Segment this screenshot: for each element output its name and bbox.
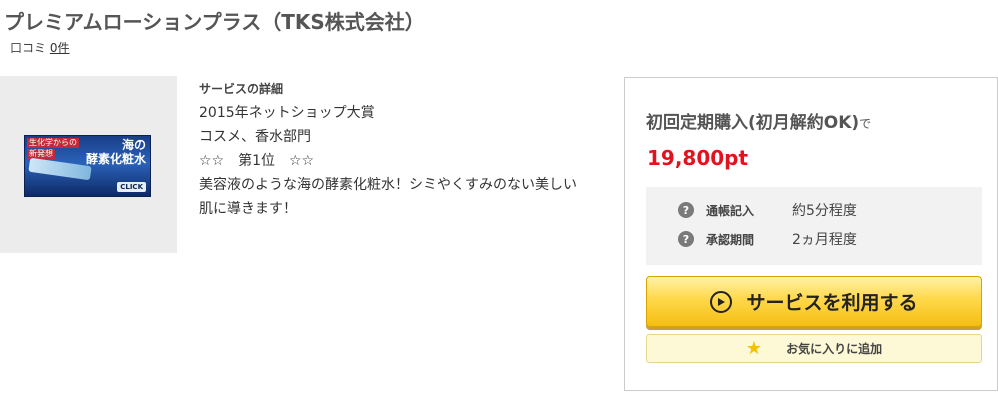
use-service-button[interactable]: サービスを利用する bbox=[646, 276, 982, 327]
banner-headline: 海の 酵素化粧水 bbox=[86, 138, 146, 166]
question-icon[interactable]: ? bbox=[678, 231, 694, 247]
details-line: 美容液のような海の酵素化粧水！シミやくすみのない美しい bbox=[199, 177, 577, 193]
info-label: 通帳記入 bbox=[706, 203, 755, 218]
info-label: 承認期間 bbox=[706, 232, 755, 247]
promo-banner-image[interactable]: 生化学からの 新発想 海の 酵素化粧水 CLICK bbox=[24, 135, 151, 197]
star-icon: ★ bbox=[745, 337, 763, 359]
banner-click-badge: CLICK bbox=[117, 182, 146, 192]
service-details: サービスの詳細 2015年ネットショップ大賞 コスメ、香水部門 ☆☆ 第1位 ☆… bbox=[199, 80, 609, 221]
bottle-graphic bbox=[28, 157, 92, 181]
offer-title: 初回定期購入(初月解約OK)で bbox=[646, 108, 871, 133]
details-line: ☆☆ 第1位 ☆☆ bbox=[199, 153, 315, 169]
info-value: 約5分程度 bbox=[792, 203, 857, 219]
info-value: 2ヵ月程度 bbox=[792, 232, 857, 248]
offer-title-suffix: で bbox=[859, 117, 872, 131]
details-heading: サービスの詳細 bbox=[199, 82, 284, 96]
info-row-approval: ? 承認期間 2ヵ月程度 bbox=[678, 229, 857, 249]
review-label: 口コミ bbox=[10, 41, 47, 55]
use-service-label: サービスを利用する bbox=[746, 292, 918, 314]
details-line: コスメ、香水部門 bbox=[199, 129, 311, 145]
info-row-bankbook: ? 通帳記入 約5分程度 bbox=[678, 200, 857, 220]
banner-headline-line1: 海の bbox=[121, 138, 146, 152]
add-to-favorites-button[interactable]: ★ お気に入りに追加 bbox=[646, 334, 982, 363]
review-summary: 口コミ 0件 bbox=[10, 39, 69, 56]
banner-tag-line1: 生化学からの bbox=[27, 138, 79, 148]
info-box: ? 通帳記入 約5分程度 ? 承認期間 2ヵ月程度 bbox=[646, 187, 982, 265]
favorites-label: お気に入りに追加 bbox=[786, 342, 883, 356]
play-icon bbox=[710, 290, 733, 313]
review-count-link[interactable]: 0件 bbox=[50, 41, 70, 55]
offer-panel: 初回定期購入(初月解約OK)で 19,800pt ? 通帳記入 約5分程度 ? … bbox=[624, 77, 998, 391]
details-line: 2015年ネットショップ大賞 bbox=[199, 105, 375, 121]
offer-title-text: 初回定期購入(初月解約OK) bbox=[646, 113, 860, 133]
offer-price: 19,800pt bbox=[647, 146, 749, 170]
details-line: 肌に導きます！ bbox=[199, 201, 297, 217]
product-thumbnail[interactable]: 生化学からの 新発想 海の 酵素化粧水 CLICK bbox=[0, 76, 177, 253]
page-title: プレミアムローションプラス（TKS株式会社） bbox=[4, 10, 425, 34]
banner-headline-line2: 酵素化粧水 bbox=[85, 152, 146, 166]
question-icon[interactable]: ? bbox=[678, 202, 694, 218]
